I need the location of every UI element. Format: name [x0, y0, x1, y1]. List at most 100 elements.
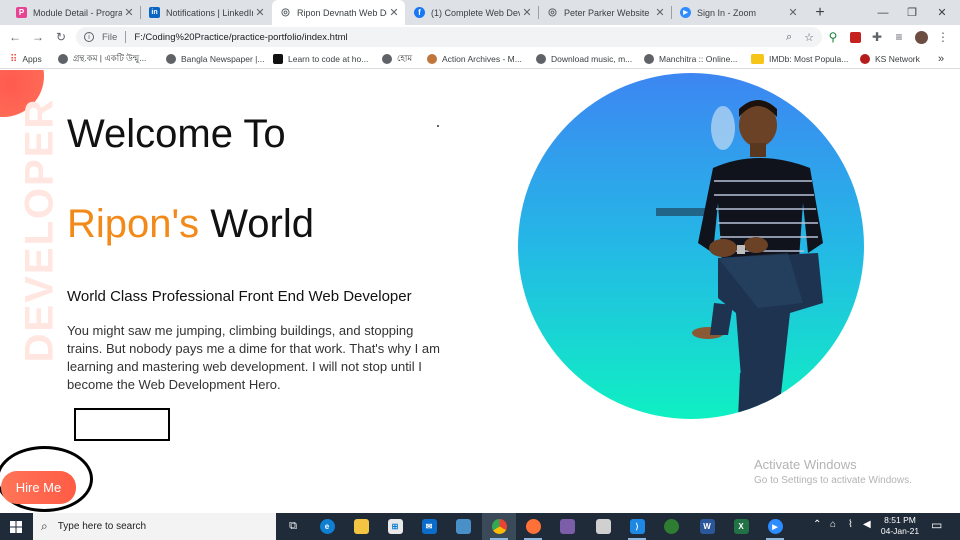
star-icon[interactable]: ☆ — [804, 31, 814, 44]
taskbar-vscode[interactable]: ⟩ — [620, 513, 654, 540]
edge-icon: e — [319, 519, 335, 534]
taskbar-zoom[interactable]: ▶ — [758, 513, 792, 540]
zoom-icon: ▶ — [680, 7, 691, 18]
bookmark-item[interactable]: IMDb: Most Popula... — [751, 52, 848, 66]
taskbar-store[interactable]: ⊞ — [378, 513, 412, 540]
bookmark-label: Download music, m... — [551, 54, 633, 64]
globe-icon — [536, 54, 546, 64]
back-button[interactable]: ← — [6, 28, 24, 46]
vertical-developer-text: DEVELOPER — [17, 97, 62, 363]
tab-linkedin[interactable]: in Notifications | LinkedIn ✕ — [141, 0, 271, 25]
taskbar-app[interactable] — [446, 513, 480, 540]
chrome-icon — [491, 519, 507, 534]
globe-icon — [644, 54, 654, 64]
watermark-subtitle: Go to Settings to activate Windows. — [754, 475, 912, 486]
network-icon[interactable]: ⌂ — [830, 519, 836, 530]
menu-kebab-icon[interactable]: ⋮ — [934, 28, 952, 46]
bookmark-item[interactable]: Action Archives - M... — [427, 52, 522, 66]
linkedin-icon: in — [149, 7, 160, 18]
start-button[interactable] — [0, 513, 32, 540]
bookmark-apps[interactable]: ⠿ Apps — [10, 52, 42, 66]
photos-icon — [455, 519, 471, 534]
taskbar-firefox[interactable] — [516, 513, 550, 540]
programming-hero-icon: P — [16, 7, 27, 18]
tab-module-detail[interactable]: P Module Detail - Programming Hero ✕ — [8, 0, 140, 25]
excel-icon: X — [733, 519, 749, 534]
tab-title: Ripon Devnath Web Developer — [297, 7, 387, 18]
store-bag-icon: ⊞ — [387, 519, 403, 534]
globe-icon: ◎ — [548, 7, 557, 18]
tab-zoom[interactable]: ▶ Sign In - Zoom ✕ — [672, 0, 804, 25]
bookmark-item[interactable]: Learn to code at ho... — [273, 52, 368, 66]
bookmark-label: Action Archives - M... — [442, 54, 522, 64]
page-viewport: DEVELOPER Welcome To Ripon's World World… — [0, 70, 960, 513]
close-icon[interactable]: ✕ — [253, 6, 267, 19]
bookmark-item[interactable]: হোম — [382, 52, 412, 66]
clock-time: 8:51 PM — [884, 515, 916, 525]
close-icon[interactable]: ✕ — [387, 6, 401, 19]
taskbar-app[interactable] — [654, 513, 688, 540]
notifications-icon[interactable]: ▭ — [931, 518, 942, 532]
bookmark-item[interactable]: গ্রন্থ.কম | একটি উন্মু... — [58, 52, 146, 66]
restore-button[interactable]: ❐ — [897, 0, 927, 25]
close-icon[interactable]: ✕ — [122, 6, 136, 19]
tab-complete-web-dev[interactable]: f (1) Complete Web Development ✕ — [406, 0, 538, 25]
taskbar-mail[interactable]: ✉ — [412, 513, 446, 540]
forward-button[interactable]: → — [29, 28, 47, 46]
globe-icon — [166, 54, 176, 64]
hire-me-button[interactable]: Hire Me — [1, 471, 76, 504]
search-icon: ⌕ — [41, 519, 48, 533]
address-bar[interactable]: i File F:/Coding%20Practice/practice-por… — [76, 27, 822, 47]
imdb-icon — [751, 54, 764, 64]
extension-red-icon[interactable] — [846, 28, 864, 46]
person-sitting-illustration — [656, 100, 823, 419]
bookmarks-more-button[interactable]: » — [938, 52, 944, 66]
arrow-left-icon: ← — [9, 30, 21, 44]
tab-ripon-devnath[interactable]: ◎ Ripon Devnath Web Developer ✕ — [272, 0, 405, 25]
taskbar-app[interactable] — [550, 513, 584, 540]
volume-icon[interactable]: ◀ — [863, 519, 871, 530]
bookmark-item[interactable]: Bangla Newspaper |... — [166, 52, 264, 66]
bookmarks-bar: ⠿ Apps গ্রন্থ.কম | একটি উন্মু... Bangla … — [0, 49, 960, 69]
taskbar-word[interactable]: W — [690, 513, 724, 540]
extension-key-icon[interactable]: ⚲ — [824, 28, 842, 46]
tray-overflow-chevron-icon[interactable]: ⌃ — [813, 519, 821, 530]
windows-logo-icon — [10, 520, 22, 533]
bookmark-item[interactable]: Manchitra :: Online... — [644, 52, 737, 66]
taskbar-edge[interactable]: e — [310, 513, 344, 540]
reload-button[interactable]: ↻ — [52, 28, 70, 46]
bookmark-label: গ্রন্থ.কম | একটি উন্মু... — [73, 53, 147, 63]
vscode-icon: ⟩ — [629, 519, 645, 534]
hero-welcome-heading: Welcome To — [67, 112, 286, 156]
bookmark-label: IMDb: Most Popula... — [769, 54, 849, 64]
wifi-icon[interactable]: ⌇ — [848, 519, 853, 530]
task-view-button[interactable]: ⧉ — [276, 513, 310, 540]
firefox-icon — [525, 519, 541, 534]
taskbar-chrome[interactable] — [482, 513, 516, 540]
taskbar-file-explorer[interactable] — [344, 513, 378, 540]
hero-profile-photo — [518, 73, 864, 419]
profile-avatar[interactable] — [912, 28, 930, 46]
hero-name-heading: Ripon's World — [67, 202, 314, 247]
taskbar-excel[interactable]: X — [724, 513, 758, 540]
taskbar-app[interactable] — [586, 513, 620, 540]
close-icon[interactable]: ✕ — [653, 6, 667, 19]
close-icon[interactable]: ✕ — [520, 6, 534, 19]
zoom-icon: ▶ — [767, 519, 783, 534]
app-icon — [559, 519, 575, 534]
taskbar-search-box[interactable]: ⌕ Type here to search — [33, 513, 276, 540]
new-tab-button[interactable]: + — [805, 0, 835, 25]
empty-outlined-button[interactable] — [74, 408, 170, 441]
taskbar-clock[interactable]: 8:51 PM 04-Jan-21 — [876, 515, 924, 537]
puzzle-icon[interactable]: ✚ — [868, 28, 886, 46]
minimize-button[interactable]: — — [868, 0, 898, 25]
reading-list-icon[interactable]: ≡ — [890, 28, 908, 46]
tab-peter-parker[interactable]: ◎ Peter Parker Website ✕ — [539, 0, 671, 25]
bookmark-item[interactable]: KS Network — [860, 52, 920, 66]
hero-subtitle: World Class Professional Front End Web D… — [67, 288, 412, 305]
arrow-right-icon: → — [32, 30, 44, 44]
close-icon[interactable]: ✕ — [786, 6, 800, 19]
zoom-lens-icon[interactable]: ⌕ — [786, 31, 792, 44]
close-window-button[interactable]: ✕ — [927, 0, 957, 25]
bookmark-item[interactable]: Download music, m... — [536, 52, 632, 66]
